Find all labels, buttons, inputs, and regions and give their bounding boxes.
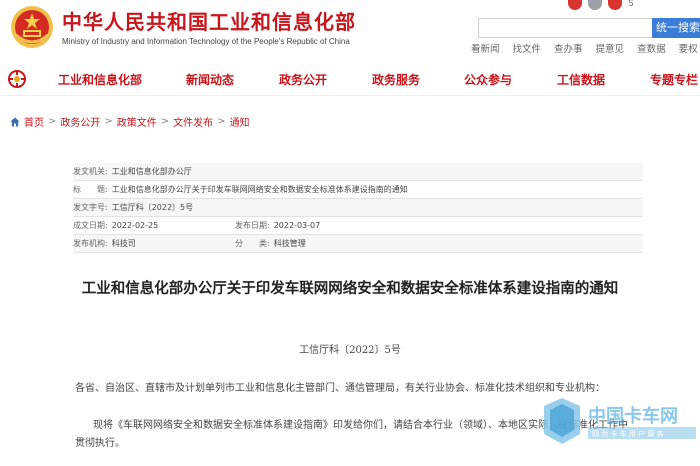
watermark-text: 中国卡车网: [588, 405, 678, 427]
article-paragraph-end: 贯彻执行。: [75, 438, 125, 449]
home-icon[interactable]: [10, 117, 20, 127]
breadcrumb-open-gov[interactable]: 政务公开: [60, 114, 100, 129]
miit-logo-icon: [8, 70, 26, 88]
created-value: 2022-02-25: [111, 221, 159, 230]
watermark-subtext: 四 为 卡 车 用 户 服 务: [592, 429, 664, 438]
quick-link-services[interactable]: 查办事: [554, 41, 583, 55]
breadcrumb-separator: >: [160, 116, 170, 127]
breadcrumb-publish[interactable]: 文件发布: [173, 114, 213, 129]
article-doc-number: 工信厅科〔2022〕5号: [299, 345, 401, 356]
category-value: 科技管理: [273, 239, 306, 248]
breadcrumb-notice[interactable]: 通知: [230, 114, 250, 129]
breadcrumb-home[interactable]: 首页: [24, 114, 44, 129]
nav-item-topics[interactable]: 专题专栏: [650, 71, 698, 88]
quick-link-feedback[interactable]: 提意见: [596, 41, 625, 55]
top-icon-bar: Š: [568, 0, 634, 10]
document-info-table: 发文机关: 工业和信息化部办公厅 标 题: 工业和信息化部办公厅关于印发车联网网…: [73, 163, 643, 253]
nav-item-participation[interactable]: 公众参与: [464, 71, 512, 88]
title-label: 标 题:: [73, 185, 108, 194]
created-label: 成文日期:: [73, 221, 108, 230]
china-truck-watermark-logo: 中国卡车网 四 为 卡 车 用 户 服 务: [544, 398, 696, 444]
published-value: 2022-03-07: [273, 221, 321, 230]
quick-link-rights[interactable]: 要权: [679, 41, 698, 55]
breadcrumb: 首页 > 政务公开 > 政策文件 > 文件发布 > 通知: [10, 114, 250, 129]
category-label: 分 类:: [235, 239, 270, 248]
article-title: 工业和信息化部办公厅关于印发车联网网络安全和数据安全标准体系建设指南的通知: [81, 281, 619, 297]
breadcrumb-separator: >: [104, 116, 113, 127]
org-value: 科技司: [111, 239, 136, 248]
breadcrumb-separator: >: [217, 116, 226, 127]
weibo-icon[interactable]: [568, 0, 582, 10]
issuer-label: 发文机关:: [73, 167, 108, 176]
info-row-org: 发布机构: 科技司 分 类: 科技管理: [73, 235, 643, 253]
site-title: 中华人民共和国工业和信息化部: [62, 10, 356, 34]
quick-link-news[interactable]: 看新闻: [471, 41, 500, 55]
search-button[interactable]: 统一搜索: [652, 18, 700, 38]
org-label: 发布机构:: [73, 239, 108, 248]
article-addressee: 各省、自治区、直辖市及计划单列市工业和信息化主管部门、通信管理局，有关行业协会、…: [75, 383, 605, 394]
info-row-issuer: 发文机关: 工业和信息化部办公厅: [73, 163, 643, 181]
quick-links: 看新闻 找文件 查办事 提意见 查数据 要权 专: [471, 41, 700, 55]
title-value: 工业和信息化部办公厅关于印发车联网网络安全和数据安全标准体系建设指南的通知: [111, 185, 408, 194]
site-subtitle: Ministry of Industry and Information Tec…: [62, 37, 350, 46]
nav-item-open-gov[interactable]: 政务公开: [279, 71, 327, 88]
breadcrumb-separator: >: [48, 116, 57, 127]
search-input[interactable]: [478, 18, 652, 38]
nav-item-news[interactable]: 新闻动态: [186, 71, 234, 88]
top-bar-text[interactable]: Š: [628, 0, 634, 10]
national-emblem-icon: [11, 6, 53, 48]
site-header: 中华人民共和国工业和信息化部 Ministry of Industry and …: [0, 0, 700, 62]
info-row-docno: 发文字号: 工信厅科〔2022〕5号: [73, 199, 643, 217]
nav-item-services[interactable]: 政务服务: [372, 71, 420, 88]
quick-link-data[interactable]: 查数据: [637, 41, 666, 55]
docno-label: 发文字号:: [73, 203, 108, 212]
quick-link-files[interactable]: 找文件: [513, 41, 542, 55]
issuer-value: 工业和信息化部办公厅: [111, 167, 192, 176]
published-label: 发布日期:: [235, 221, 270, 230]
app-icon[interactable]: [608, 0, 622, 10]
wechat-icon[interactable]: [588, 0, 602, 10]
main-nav: 工业和信息化部 新闻动态 政务公开 政务服务 公众参与 工信数据 专题专栏: [0, 62, 700, 96]
info-row-title: 标 题: 工业和信息化部办公厅关于印发车联网网络安全和数据安全标准体系建设指南的…: [73, 181, 643, 199]
breadcrumb-policy[interactable]: 政策文件: [117, 114, 157, 129]
docno-value: 工信厅科〔2022〕5号: [111, 203, 194, 212]
nav-item-data[interactable]: 工信数据: [557, 71, 605, 88]
info-row-dates: 成文日期: 2022-02-25 发布日期: 2022-03-07: [73, 217, 643, 235]
nav-item-miit[interactable]: 工业和信息化部: [58, 71, 142, 88]
